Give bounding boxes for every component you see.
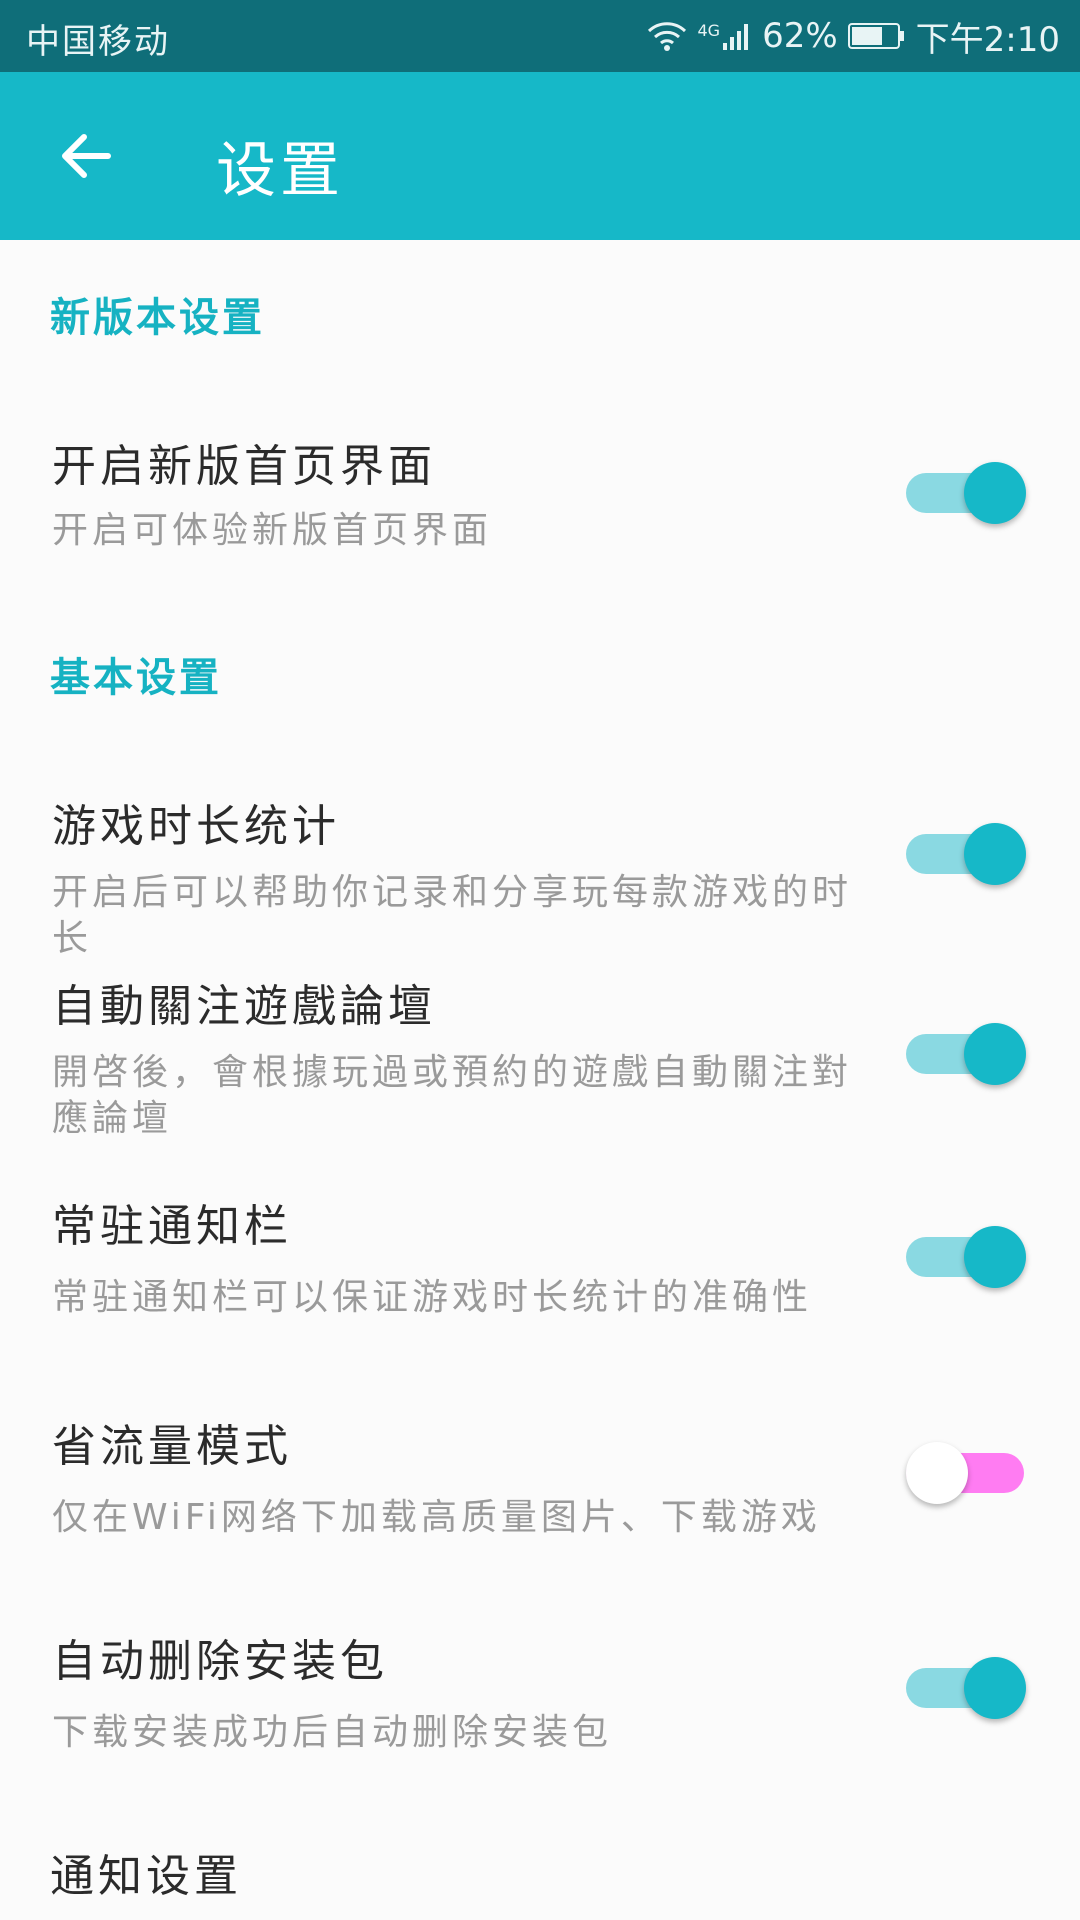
setting-row-new-home[interactable]: 开启新版首页界面 开启可体验新版首页界面 xyxy=(0,400,1080,580)
setting-title: 省流量模式 xyxy=(52,1421,292,1472)
switch-thumb xyxy=(964,823,1026,885)
cellular-signal-icon: 4G xyxy=(697,21,752,51)
switch-thumb xyxy=(964,462,1026,524)
back-button[interactable] xyxy=(48,118,124,194)
setting-title: 常驻通知栏 xyxy=(52,1201,292,1252)
setting-subtitle: 開啓後，會根據玩過或預約的遊戲自動關注對應論壇 xyxy=(52,1052,853,1139)
battery-icon xyxy=(847,21,906,51)
section-header-new-version: 新版本设置 xyxy=(50,295,265,341)
app-bar: 设置 xyxy=(0,72,1080,240)
setting-title: 自动删除安装包 xyxy=(52,1636,388,1687)
battery-percent: 62% xyxy=(762,16,838,56)
notification-bar-toggle[interactable] xyxy=(906,1226,1028,1288)
setting-title: 自動關注遊戲論壇 xyxy=(52,981,436,1032)
new-home-toggle[interactable] xyxy=(906,462,1028,524)
switch-thumb xyxy=(906,1442,968,1504)
playtime-toggle[interactable] xyxy=(906,823,1028,885)
setting-row-auto-delete[interactable]: 自动删除安装包 下载安装成功后自动删除安装包 xyxy=(0,1615,1080,1795)
setting-row-notification-bar[interactable]: 常驻通知栏 常驻通知栏可以保证游戏时长统计的准确性 xyxy=(0,1190,1080,1365)
page-title: 设置 xyxy=(216,136,344,206)
setting-subtitle: 常驻通知栏可以保证游戏时长统计的准确性 xyxy=(52,1277,813,1318)
notification-settings-item[interactable]: 通知设置 xyxy=(50,1840,242,1904)
switch-thumb xyxy=(964,1226,1026,1288)
setting-row-playtime[interactable]: 游戏时长统计 开启后可以帮助你记录和分享玩每款游戏的时长 xyxy=(0,765,1080,959)
status-bar: 中国移动 4G 62% 下午2:10 xyxy=(0,0,1080,72)
clock: 下午2:10 xyxy=(915,19,1060,60)
switch-thumb xyxy=(964,1023,1026,1085)
arrow-left-icon xyxy=(62,134,111,178)
wifi-icon xyxy=(647,19,687,53)
section-header-basic: 基本设置 xyxy=(50,655,222,701)
carrier-label: 中国移动 xyxy=(26,22,170,62)
network-type-label: 4G xyxy=(697,21,721,40)
setting-title: 开启新版首页界面 xyxy=(52,441,436,492)
status-icons: 4G 62% 下午2:10 xyxy=(647,12,1060,60)
setting-subtitle: 开启后可以帮助你记录和分享玩每款游戏的时长 xyxy=(52,872,853,959)
setting-row-auto-follow[interactable]: 自動關注遊戲論壇 開啓後，會根據玩過或預約的遊戲自動關注對應論壇 xyxy=(0,965,1080,1150)
auto-follow-toggle[interactable] xyxy=(906,1023,1028,1085)
setting-subtitle: 下载安装成功后自动删除安装包 xyxy=(52,1712,613,1753)
switch-thumb xyxy=(964,1657,1026,1719)
auto-delete-toggle[interactable] xyxy=(906,1657,1028,1719)
data-saver-toggle[interactable] xyxy=(906,1442,1028,1504)
setting-title: 游戏时长统计 xyxy=(52,801,340,852)
setting-subtitle: 开启可体验新版首页界面 xyxy=(52,510,493,551)
setting-row-data-saver[interactable]: 省流量模式 仅在WiFi网络下加载高质量图片、下载游戏 xyxy=(0,1400,1080,1580)
setting-subtitle: 仅在WiFi网络下加载高质量图片、下载游戏 xyxy=(52,1497,821,1538)
